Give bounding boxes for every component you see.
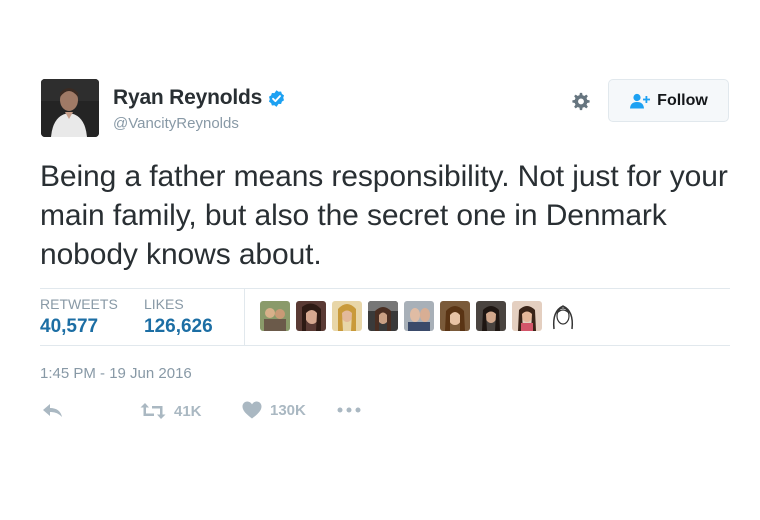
stats-separator <box>244 289 245 345</box>
tweet-text: Being a father means responsibility. Not… <box>40 160 728 271</box>
user-name-row: Ryan Reynolds <box>113 86 286 110</box>
retweet-button[interactable]: 41K <box>140 401 202 421</box>
divider <box>40 288 730 289</box>
liker-avatar[interactable] <box>476 301 506 331</box>
liker-avatar[interactable] <box>440 301 470 331</box>
likes-stat[interactable]: LIKES 126,626 <box>144 296 213 339</box>
avatar[interactable] <box>41 79 99 137</box>
retweet-count: 41K <box>174 402 202 420</box>
liker-avatar[interactable] <box>548 301 578 331</box>
gear-icon[interactable] <box>570 91 592 113</box>
follow-label: Follow <box>657 91 708 109</box>
timestamp[interactable]: 1:45 PM - 19 Jun 2016 <box>40 365 192 382</box>
liker-avatar[interactable] <box>332 301 362 331</box>
liker-avatar[interactable] <box>404 301 434 331</box>
user-handle[interactable]: @VancityReynolds <box>113 115 239 132</box>
more-button[interactable] <box>337 407 361 413</box>
like-count: 130K <box>270 401 306 419</box>
liker-avatar[interactable] <box>260 301 290 331</box>
liker-avatar[interactable] <box>296 301 326 331</box>
retweets-count: 40,577 <box>40 316 99 337</box>
retweets-label: RETWEETS <box>40 296 118 312</box>
liker-avatar[interactable] <box>512 301 542 331</box>
likes-label: LIKES <box>144 296 184 312</box>
liker-avatars <box>260 301 584 331</box>
reply-icon <box>43 404 62 417</box>
follow-button[interactable]: Follow <box>608 79 729 122</box>
likes-count: 126,626 <box>144 316 213 337</box>
heart-icon <box>242 401 262 419</box>
retweets-stat[interactable]: RETWEETS 40,577 <box>40 296 118 339</box>
liker-avatar[interactable] <box>368 301 398 331</box>
more-icon <box>337 407 361 413</box>
retweet-icon <box>140 403 166 419</box>
add-user-icon <box>630 93 651 108</box>
verified-badge-icon <box>269 89 285 107</box>
divider <box>40 345 730 346</box>
display-name[interactable]: Ryan Reynolds <box>113 86 262 110</box>
reply-button[interactable] <box>42 403 64 419</box>
like-button[interactable]: 130K <box>242 401 306 419</box>
